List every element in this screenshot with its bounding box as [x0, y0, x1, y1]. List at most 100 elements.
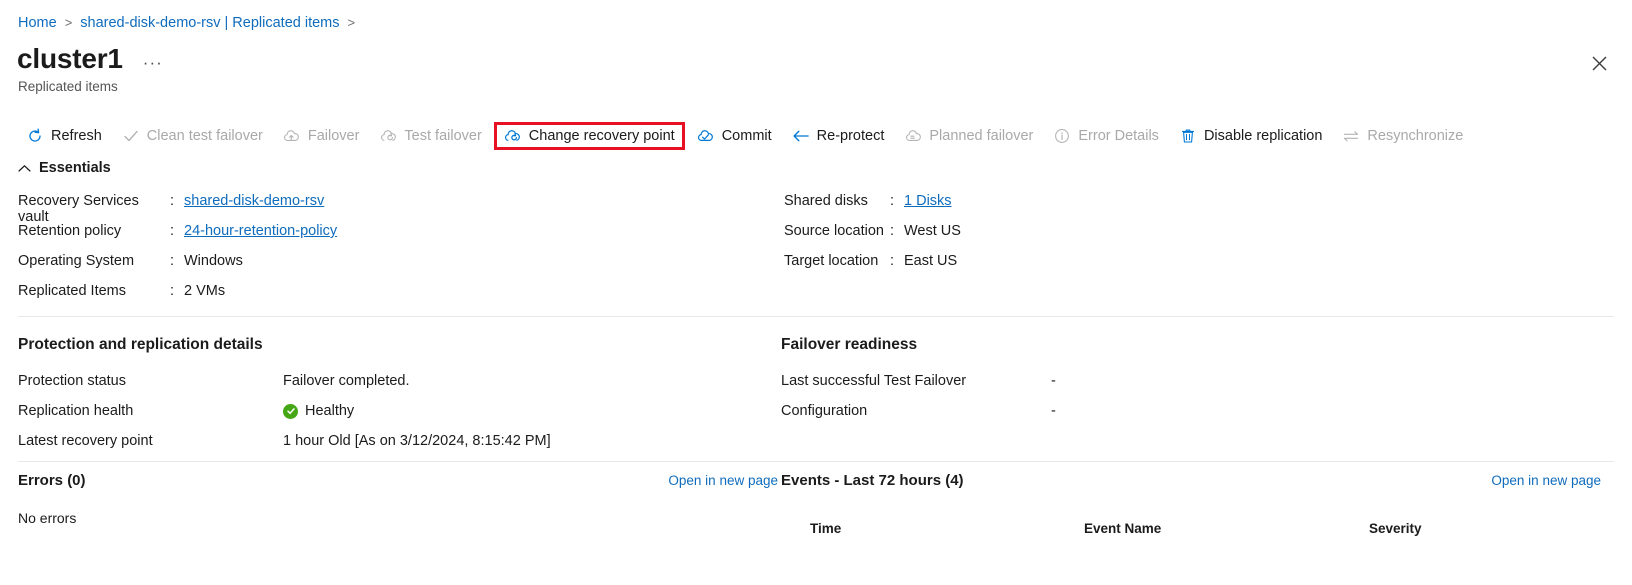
toolbar-label: Failover — [307, 128, 360, 144]
essentials-right-column: Shared disks : 1 Disks Source location :… — [784, 193, 1304, 283]
retention-policy-link[interactable]: 24-hour-retention-policy — [184, 223, 337, 239]
toolbar-test-failover-button[interactable]: Test failover — [369, 122, 491, 150]
breadcrumb-separator-icon: > — [347, 15, 356, 30]
essentials-colon: : — [170, 193, 175, 209]
toolbar-clean-test-failover-button[interactable]: Clean test failover — [112, 122, 273, 150]
protection-status-label: Protection status — [18, 373, 126, 389]
checkmark-icon — [122, 127, 140, 145]
essentials-colon: : — [890, 253, 895, 269]
essentials-colon: : — [170, 223, 175, 239]
events-table: Time Event Name Severity — [781, 521, 1601, 536]
errors-panel-header: Errors (0) Open in new page — [18, 472, 778, 489]
essentials-row: Operating System : Windows — [18, 253, 538, 283]
errors-open-in-new-page-link[interactable]: Open in new page — [668, 473, 778, 488]
errors-panel: Errors (0) Open in new page No errors — [18, 472, 778, 526]
essentials-colon: : — [170, 283, 175, 299]
recovery-services-vault-link[interactable]: shared-disk-demo-rsv — [184, 193, 324, 209]
cloud-check-icon — [697, 127, 715, 145]
toolbar-change-recovery-point-button[interactable]: Change recovery point — [493, 122, 685, 150]
section-divider — [18, 461, 1614, 462]
toolbar-label: Refresh — [51, 128, 102, 144]
command-bar: Refresh Clean test failover Failover Tes… — [16, 121, 1473, 151]
toolbar-error-details-button[interactable]: Error Details — [1043, 122, 1169, 150]
two-way-arrows-icon — [1342, 127, 1360, 145]
page-subtitle: Replicated items — [18, 79, 118, 94]
toolbar-label: Error Details — [1078, 128, 1159, 144]
latest-recovery-point-value: 1 hour Old [As on 3/12/2024, 8:15:42 PM] — [283, 433, 551, 449]
info-circle-icon — [1053, 127, 1071, 145]
cloud-refresh-icon — [504, 127, 522, 145]
target-location-value: East US — [904, 253, 958, 269]
replication-health-value: Healthy — [305, 403, 355, 419]
configuration-value: - — [1051, 403, 1056, 419]
toolbar-label: Planned failover — [929, 128, 1034, 144]
more-options-button[interactable]: ··· — [139, 54, 167, 72]
toolbar-label: Change recovery point — [528, 128, 675, 144]
essentials-label: Source location — [784, 223, 884, 239]
essentials-label: Operating System — [18, 253, 135, 269]
events-panel: Events - Last 72 hours (4) Open in new p… — [781, 472, 1601, 536]
failover-readiness-title: Failover readiness — [781, 336, 918, 353]
toolbar-resynchronize-button[interactable]: Resynchronize — [1332, 122, 1473, 150]
essentials-colon: : — [890, 193, 895, 209]
toolbar-label: Commit — [721, 128, 772, 144]
toolbar-label: Clean test failover — [146, 128, 263, 144]
essentials-row: Retention policy : 24-hour-retention-pol… — [18, 223, 538, 253]
trash-icon — [1179, 127, 1197, 145]
configuration-row: Configuration - — [781, 396, 1601, 426]
breadcrumb-item-vault[interactable]: shared-disk-demo-rsv | Replicated items — [80, 14, 339, 32]
breadcrumb-item-home[interactable]: Home — [18, 14, 57, 32]
toolbar-label: Re-protect — [816, 128, 885, 144]
events-table-header-row: Time Event Name Severity — [781, 521, 1601, 536]
events-panel-title: Events - Last 72 hours (4) — [781, 472, 964, 489]
toolbar-planned-failover-button[interactable]: Planned failover — [894, 122, 1043, 150]
section-divider — [18, 316, 1614, 317]
replication-health-value-wrap: Healthy — [283, 403, 354, 419]
cloud-refresh-icon — [379, 127, 397, 145]
arrow-left-icon — [792, 127, 810, 145]
essentials-colon: : — [170, 253, 175, 269]
replication-health-label: Replication health — [18, 403, 134, 419]
shared-disks-link[interactable]: 1 Disks — [904, 193, 952, 209]
replication-health-row: Replication health Healthy — [18, 396, 758, 426]
essentials-colon: : — [890, 223, 895, 239]
errors-panel-title: Errors (0) — [18, 472, 86, 489]
events-panel-header: Events - Last 72 hours (4) Open in new p… — [781, 472, 1601, 489]
cloud-planned-icon — [904, 127, 922, 145]
essentials-label: Target location — [784, 253, 879, 269]
configuration-label: Configuration — [781, 403, 868, 419]
essentials-label: Shared disks — [784, 193, 868, 209]
essentials-row: Recovery Services vault : shared-disk-de… — [18, 193, 538, 225]
essentials-row: Shared disks : 1 Disks — [784, 193, 1304, 223]
errors-panel-body: No errors — [18, 510, 77, 526]
latest-recovery-point-row: Latest recovery point 1 hour Old [As on … — [18, 426, 758, 456]
last-test-failover-value: - — [1051, 373, 1056, 389]
toolbar-refresh-button[interactable]: Refresh — [16, 122, 112, 150]
toolbar-label: Resynchronize — [1367, 128, 1464, 144]
events-column-event-name[interactable]: Event Name — [1084, 521, 1369, 536]
source-location-value: West US — [904, 223, 961, 239]
cloud-up-arrow-icon — [283, 127, 301, 145]
toolbar-failover-button[interactable]: Failover — [273, 122, 370, 150]
events-column-severity[interactable]: Severity — [1369, 521, 1549, 536]
events-open-in-new-page-link[interactable]: Open in new page — [1491, 473, 1601, 488]
toolbar-label: Disable replication — [1203, 128, 1323, 144]
essentials-label: Retention policy — [18, 223, 122, 239]
refresh-icon — [26, 127, 44, 145]
toolbar-commit-button[interactable]: Commit — [687, 122, 782, 150]
page-title: cluster1 — [17, 43, 123, 74]
replicated-item-page: Home > shared-disk-demo-rsv | Replicated… — [0, 0, 1632, 585]
close-icon[interactable] — [1586, 50, 1612, 76]
protection-details-title: Protection and replication details — [18, 336, 263, 353]
essentials-toggle[interactable]: Essentials — [18, 160, 111, 176]
last-test-failover-label: Last successful Test Failover — [781, 373, 967, 389]
essentials-row: Replicated Items : 2 VMs — [18, 283, 538, 313]
health-status-check-icon — [283, 403, 298, 419]
last-test-failover-row: Last successful Test Failover - — [781, 366, 1601, 396]
toolbar-re-protect-button[interactable]: Re-protect — [782, 122, 895, 150]
replicated-items-value: 2 VMs — [184, 283, 226, 299]
events-column-time[interactable]: Time — [781, 521, 1084, 536]
protection-details-section: Protection and replication details Prote… — [18, 336, 758, 456]
page-title-row: cluster1 ··· — [17, 42, 167, 76]
toolbar-disable-replication-button[interactable]: Disable replication — [1169, 122, 1332, 150]
